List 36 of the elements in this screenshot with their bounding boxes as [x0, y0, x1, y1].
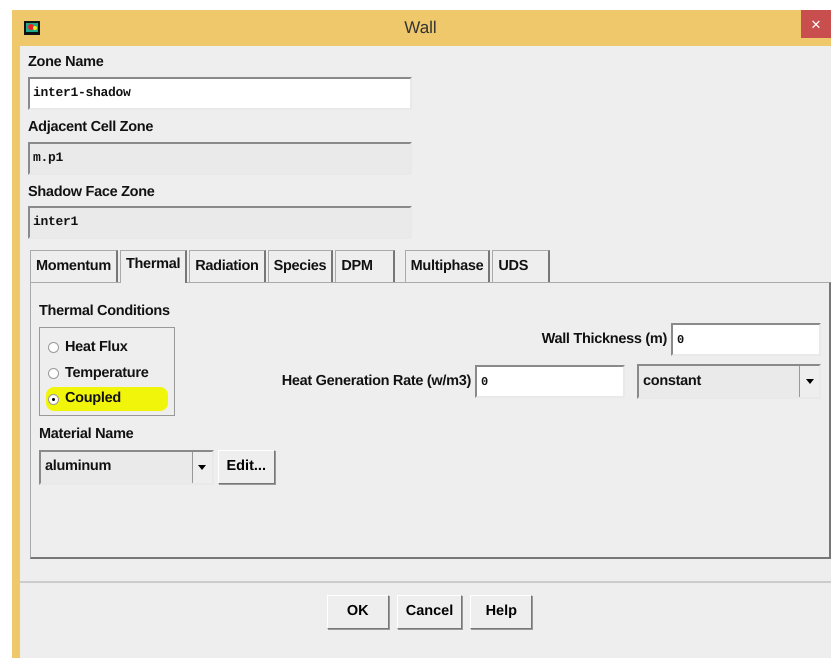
radio-label[interactable]: Temperature: [65, 362, 148, 384]
text-field: inter1: [28, 206, 412, 240]
dialog-button[interactable]: Help: [470, 595, 532, 629]
profile-dropdown[interactable]: constant: [637, 364, 821, 399]
caret-icon: [806, 379, 814, 384]
tab[interactable]: UDS: [492, 250, 550, 282]
field-label: Shadow Face Zone: [28, 182, 156, 202]
field-label: Heat Generation Rate (w/m3): [282, 372, 471, 391]
tab[interactable]: Momentum: [30, 250, 118, 282]
field-label: Adjacent Cell Zone: [28, 118, 154, 137]
material-dropdown[interactable]: aluminum: [39, 450, 214, 485]
thickness-field[interactable]: 0: [671, 323, 821, 356]
tab[interactable]: Multiphase: [404, 250, 490, 282]
field-label: Material Name: [39, 425, 134, 444]
field-label: Zone Name: [28, 53, 104, 72]
radio-button[interactable]: [48, 394, 59, 405]
tab[interactable]: Species: [268, 250, 334, 282]
radio-label[interactable]: Coupled: [65, 388, 121, 410]
radio-button[interactable]: [48, 342, 59, 354]
radio-label[interactable]: Heat Flux: [65, 336, 128, 358]
heat-rate-field[interactable]: 0: [475, 365, 625, 398]
radio-button[interactable]: [48, 368, 59, 379]
group-label: Thermal Conditions: [39, 302, 171, 321]
tab[interactable]: DPM: [335, 250, 395, 282]
text-field[interactable]: inter1-shadow: [28, 76, 412, 110]
caret-icon: [198, 464, 206, 470]
dialog-button[interactable]: Cancel: [396, 595, 462, 629]
dialog-button[interactable]: OK: [326, 595, 389, 629]
app-icon: [24, 21, 40, 35]
edit-button[interactable]: Edit...: [218, 450, 275, 484]
text-field: m.p1: [28, 142, 412, 174]
close-button[interactable]: ×: [801, 10, 831, 38]
window-title: Wall: [403, 17, 438, 40]
field-label: Wall Thickness (m): [542, 330, 667, 349]
tab[interactable]: Radiation: [189, 250, 266, 282]
tab[interactable]: Thermal: [120, 250, 188, 283]
